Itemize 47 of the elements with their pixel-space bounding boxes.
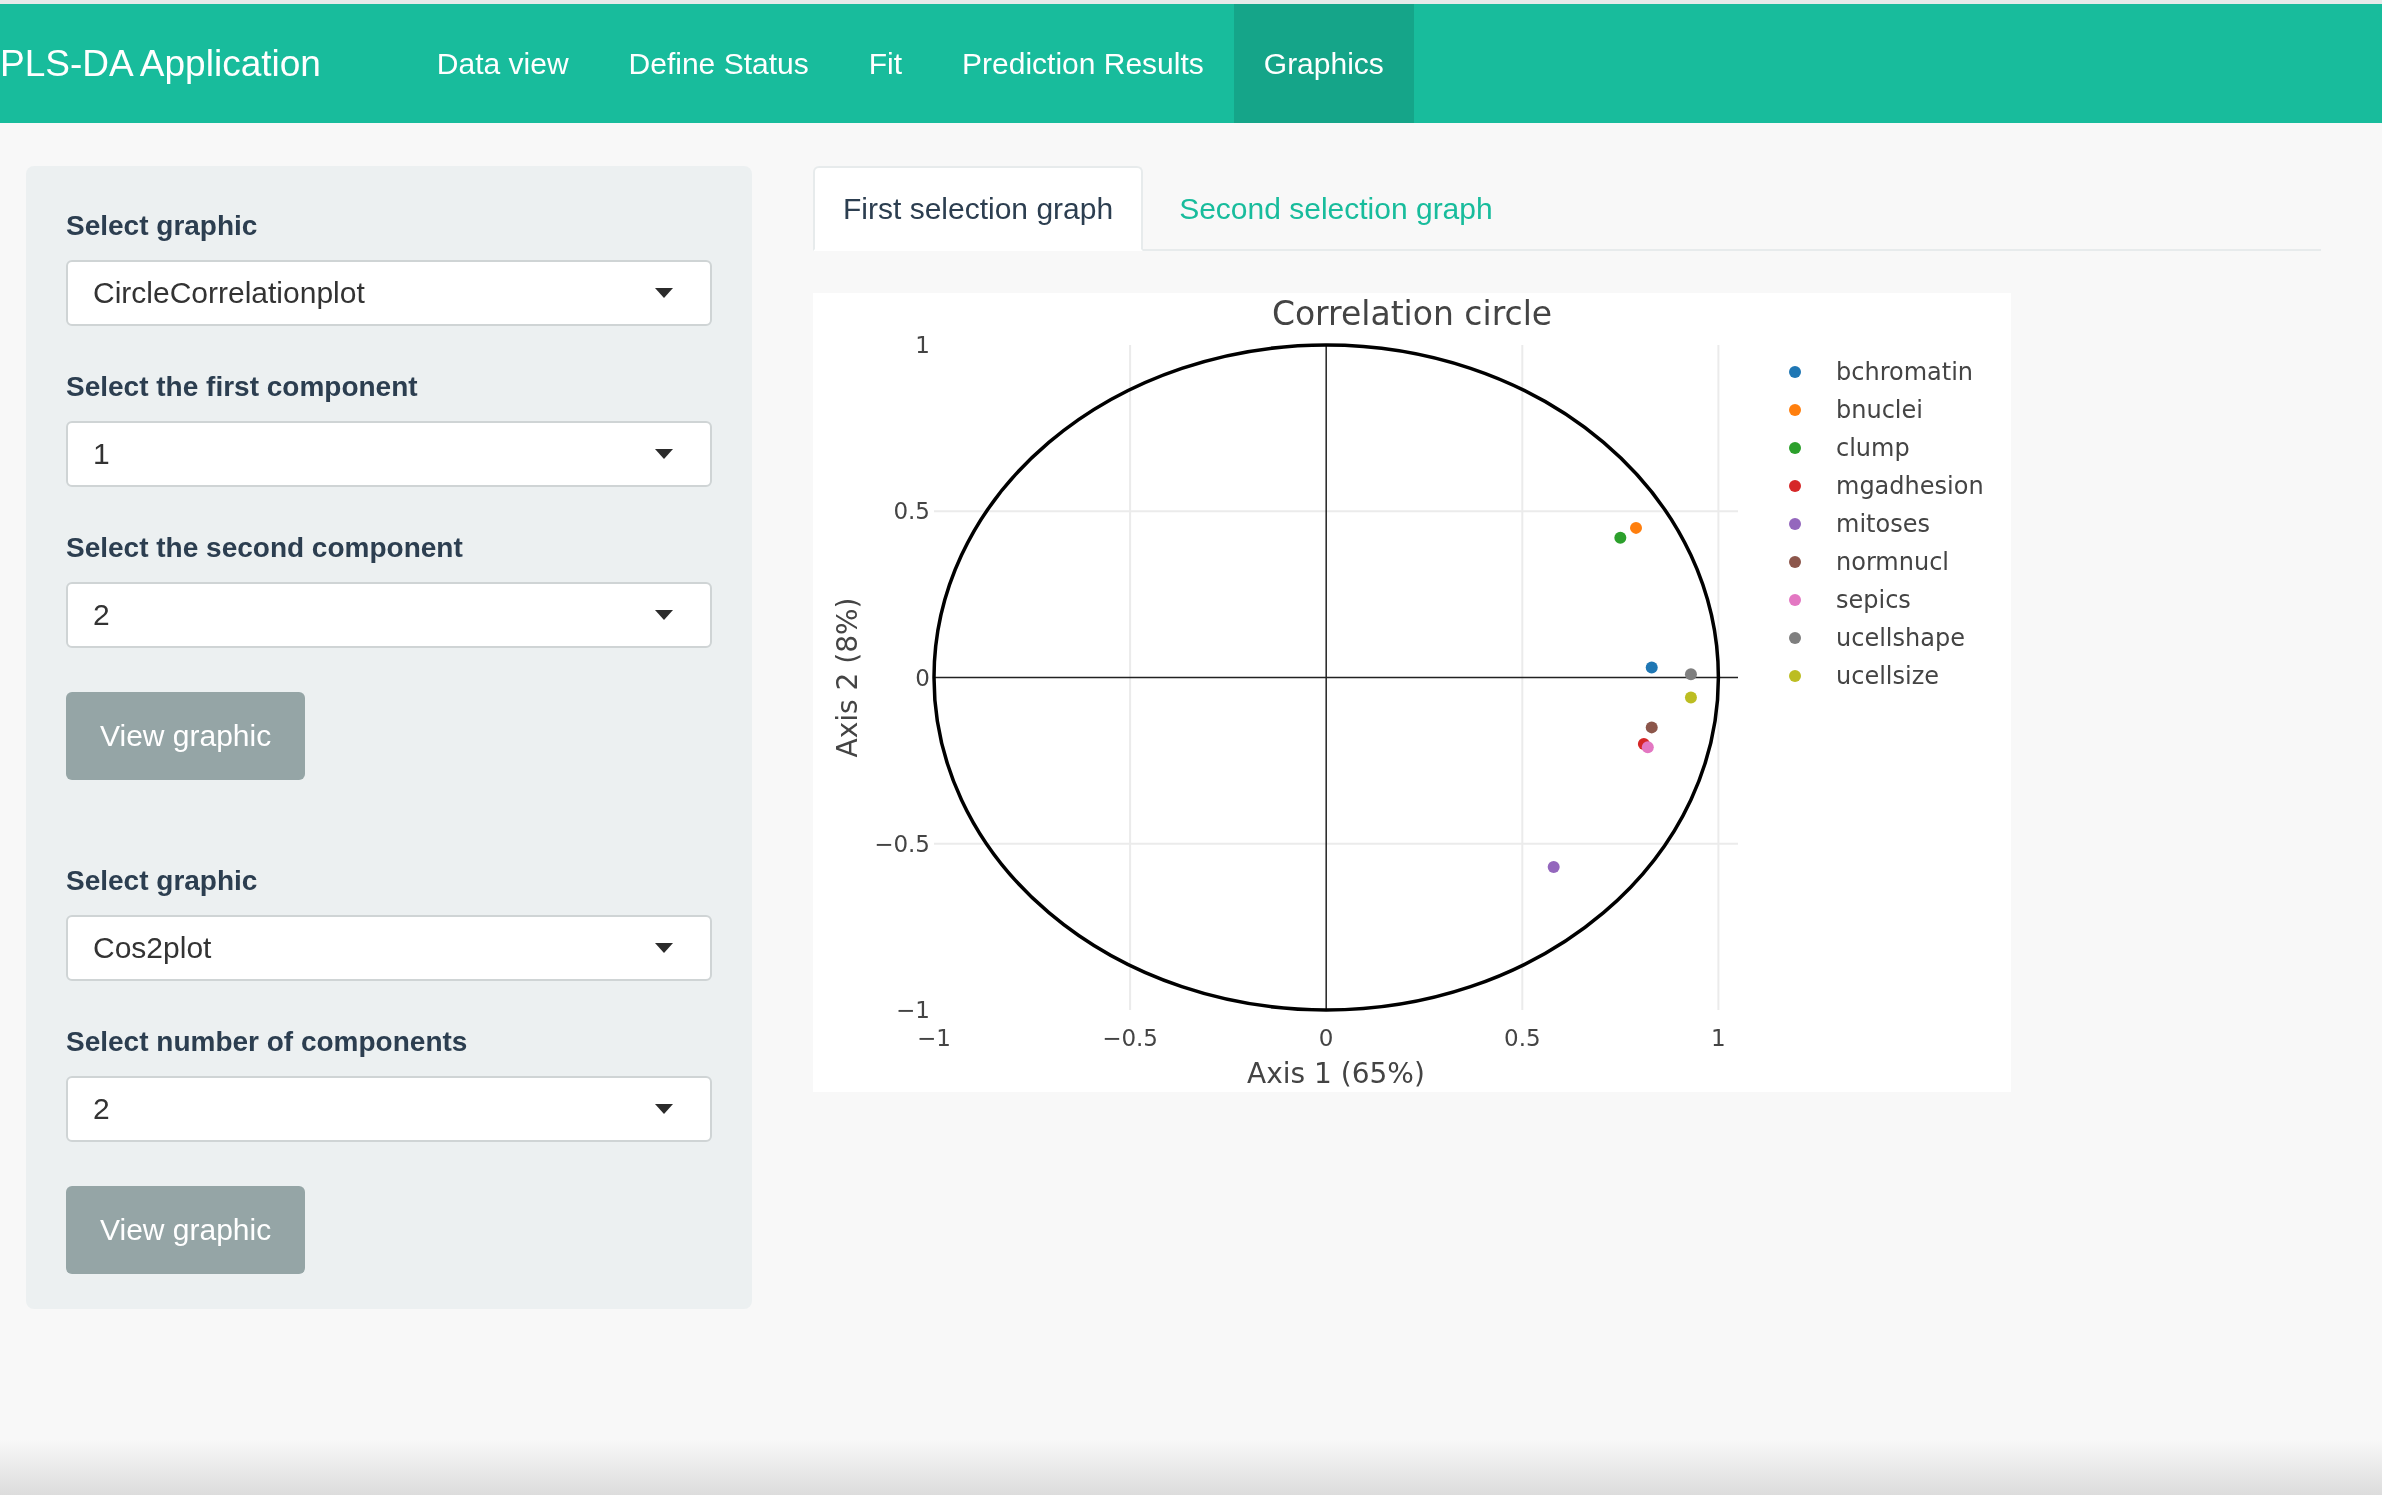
legend-label: clump	[1836, 434, 1910, 462]
view-graphic-button[interactable]: View graphic	[66, 692, 306, 780]
nav-tab[interactable]: Prediction Results	[932, 4, 1234, 123]
select-field[interactable]: 2	[66, 582, 712, 648]
tab[interactable]: Second selection graph	[1149, 166, 1523, 251]
tab[interactable]: First selection graph	[813, 166, 1144, 251]
axis-tick-label: −0.5	[1102, 1025, 1159, 1051]
caret-icon	[655, 1104, 673, 1114]
nav-tab[interactable]: Data view	[406, 4, 599, 123]
axis-title: Axis 2 (8%)	[830, 597, 864, 758]
nav-tab[interactable]: Fit	[838, 4, 932, 123]
field-label: Select graphic	[66, 864, 258, 898]
axis-tick-label: 0	[915, 664, 930, 691]
legend-label: bnuclei	[1836, 396, 1923, 424]
field-label: Select the second component	[66, 531, 463, 565]
chart-title: Correlation circle	[1271, 293, 1553, 333]
legend-label: normnucl	[1836, 548, 1949, 576]
caret-icon	[655, 449, 673, 459]
legend-label: ucellshape	[1836, 624, 1965, 652]
axis-tick-label: −1	[917, 1025, 951, 1051]
axis-title: Axis 1 (65%)	[1247, 1056, 1425, 1090]
caret-icon	[655, 610, 673, 620]
view-graphic-button[interactable]: View graphic	[66, 1186, 306, 1274]
axis-tick-label: 1	[915, 332, 930, 358]
legend-label: bchromatin	[1836, 358, 1974, 386]
axis-tick-label: −0.5	[874, 830, 930, 857]
caret-icon	[655, 288, 673, 298]
nav-tab[interactable]: Graphics	[1233, 4, 1414, 123]
field-label: Select graphic	[66, 209, 258, 243]
nav-tab[interactable]: Define Status	[598, 4, 839, 123]
legend-label: mitoses	[1836, 510, 1930, 538]
axis-tick-label: 1	[1711, 1025, 1726, 1051]
legend-label: ucellsize	[1836, 662, 1940, 690]
select-field[interactable]: 1	[66, 421, 712, 487]
select-field[interactable]: CircleCorrelationplot	[66, 260, 712, 326]
select-field[interactable]: Cos2plot	[66, 915, 712, 981]
caret-icon	[655, 943, 673, 953]
axis-tick-label: 0	[1318, 1025, 1334, 1051]
legend-label: mgadhesion	[1836, 472, 1984, 500]
field-label: Select the first component	[66, 370, 418, 404]
select-field[interactable]: 2	[66, 1076, 712, 1142]
axis-tick-label: −1	[896, 997, 930, 1023]
axis-tick-label: 0.5	[893, 498, 930, 525]
app-brand: PLS-DA Application	[0, 42, 321, 85]
axis-tick-label: 0.5	[1504, 1025, 1541, 1051]
field-label: Select number of components	[66, 1025, 468, 1059]
legend-label: sepics	[1836, 586, 1911, 614]
